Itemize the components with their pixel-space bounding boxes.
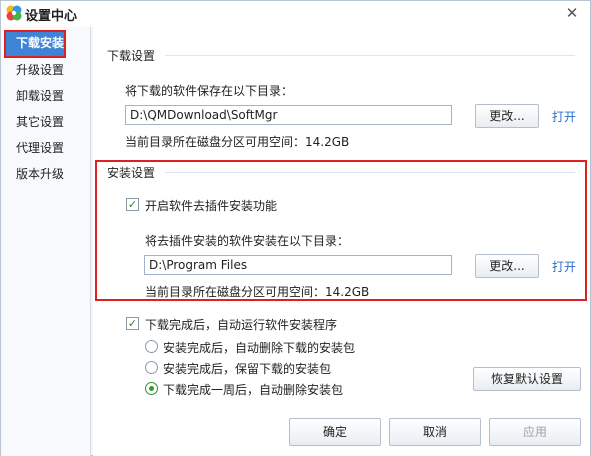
install-dir-free-space: 当前目录所在磁盘分区可用空间：14.2GB bbox=[145, 285, 370, 299]
auto-run-installer-checkbox[interactable]: ✓ bbox=[126, 317, 139, 330]
ok-button[interactable]: 确定 bbox=[289, 418, 381, 446]
keep-after-install-radio[interactable] bbox=[145, 361, 158, 374]
sidebar: 下载安装 升级设置 卸载设置 其它设置 代理设置 版本升级 bbox=[1, 27, 91, 456]
restore-defaults-button[interactable]: 恢复默认设置 bbox=[473, 367, 581, 391]
plugin-free-install-checkbox[interactable]: ✓ bbox=[126, 198, 139, 211]
install-settings-highlight bbox=[95, 160, 587, 301]
plugin-free-install-label: 开启软件去插件安装功能 bbox=[145, 199, 278, 213]
qq-pinwheel-logo-icon bbox=[6, 5, 22, 21]
section-divider bbox=[165, 172, 575, 173]
save-dir-input[interactable] bbox=[125, 105, 452, 125]
delete-after-week-radio[interactable] bbox=[145, 382, 158, 395]
window-title: 设置中心 bbox=[25, 9, 78, 24]
settings-content: 下载设置 将下载的软件保存在以下目录： 更改... 打开 当前目录所在磁盘分区可… bbox=[93, 27, 590, 456]
sidebar-item-download-install[interactable]: 下载安装 bbox=[4, 30, 66, 58]
section-divider bbox=[165, 55, 575, 56]
sidebar-item-uninstall-settings[interactable]: 卸载设置 bbox=[1, 83, 90, 109]
save-dir-label: 将下载的软件保存在以下目录： bbox=[125, 84, 294, 98]
sidebar-item-proxy-settings[interactable]: 代理设置 bbox=[1, 135, 90, 161]
change-install-dir-button[interactable]: 更改... bbox=[475, 254, 539, 278]
delete-after-install-radio[interactable] bbox=[145, 340, 158, 353]
cancel-button[interactable]: 取消 bbox=[389, 418, 481, 446]
apply-button[interactable]: 应用 bbox=[489, 418, 581, 446]
sidebar-item-upgrade-settings[interactable]: 升级设置 bbox=[1, 57, 90, 83]
install-section-title: 安装设置 bbox=[107, 166, 156, 180]
delete-after-week-label: 下载完成一周后，自动删除安装包 bbox=[163, 383, 344, 397]
save-dir-free-space: 当前目录所在磁盘分区可用空间：14.2GB bbox=[125, 135, 350, 149]
title-bar: 设置中心 ✕ bbox=[1, 1, 590, 27]
keep-after-install-label: 安装完成后，保留下载的安装包 bbox=[163, 362, 332, 376]
open-install-dir-link[interactable]: 打开 bbox=[552, 258, 576, 275]
install-dir-input[interactable] bbox=[144, 255, 452, 275]
download-section-title: 下载设置 bbox=[107, 49, 156, 63]
delete-after-install-label: 安装完成后，自动删除下载的安装包 bbox=[163, 341, 356, 355]
auto-run-installer-label: 下载完成后，自动运行软件安装程序 bbox=[145, 318, 338, 332]
sidebar-item-version-upgrade[interactable]: 版本升级 bbox=[1, 161, 90, 187]
settings-window: 设置中心 ✕ 下载安装 升级设置 卸载设置 其它设置 代理设置 版本升级 下载设… bbox=[0, 0, 591, 456]
change-save-dir-button[interactable]: 更改... bbox=[475, 104, 539, 128]
open-save-dir-link[interactable]: 打开 bbox=[552, 108, 576, 125]
install-dir-label: 将去插件安装的软件安装在以下目录： bbox=[145, 234, 350, 248]
close-icon[interactable]: ✕ bbox=[562, 3, 582, 23]
sidebar-item-other-settings[interactable]: 其它设置 bbox=[1, 109, 90, 135]
